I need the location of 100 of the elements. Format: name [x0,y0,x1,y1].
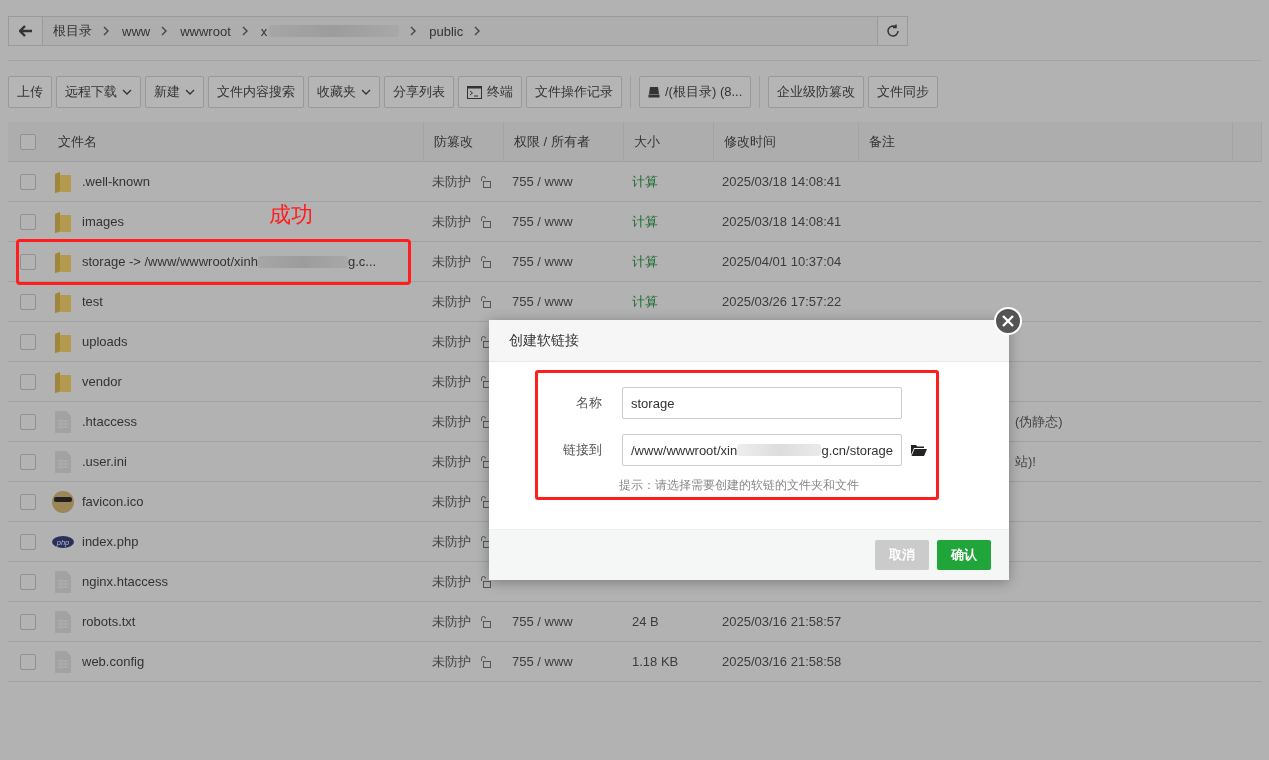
back-button[interactable] [9,17,43,45]
path-segment[interactable]: wwwroot [180,23,231,39]
row-checkbox[interactable] [20,453,36,470]
row-checkbox[interactable] [20,173,36,190]
unlocked-icon[interactable] [479,415,491,428]
toolbar-button[interactable]: 文件同步 [868,76,939,108]
modified-time: 2025/04/01 10:37:04 [722,254,842,269]
file-name[interactable]: .well-known [82,174,150,189]
file-name[interactable]: images [82,214,124,229]
permission-owner[interactable]: 755 / www [512,254,573,269]
file-name[interactable]: .htaccess [82,414,137,429]
protection-status: 未防护 [432,492,471,511]
folder-icon [52,210,74,233]
file-name[interactable]: vendor [82,374,122,389]
toolbar-button[interactable]: /(根目录) (8... [639,76,752,108]
file-name[interactable]: g.c... [347,254,377,269]
toolbar-button[interactable]: 上传 [8,76,52,108]
link-target-field[interactable]: /www/wwwroot/xin g.cn/storage [622,434,902,466]
toolbar-button[interactable]: 终端 [458,76,522,108]
folder-open-icon[interactable] [911,444,927,456]
row-checkbox[interactable] [20,413,36,430]
protection-status: 未防护 [432,252,471,271]
column-header[interactable]: 文件名 [58,132,97,151]
row-checkbox[interactable] [20,613,36,630]
row-checkbox[interactable] [20,333,36,350]
column-header[interactable]: 修改时间 [724,132,776,151]
file-name[interactable]: test [82,294,103,309]
hint-text: 提示：请选择需要创建的软链的文件夹和文件 [618,477,860,494]
toolbar-button[interactable]: 文件内容搜索 [208,76,304,108]
file-size[interactable]: 计算 [632,213,658,229]
dialog-title: 创建软链接 [509,331,579,350]
file-size[interactable]: 计算 [632,293,658,309]
file-size[interactable]: 计算 [632,253,658,269]
refresh-icon [885,24,900,38]
unlocked-icon[interactable] [479,615,491,628]
protection-status: 未防护 [432,612,471,631]
unlocked-icon[interactable] [479,295,491,308]
toolbar-button[interactable]: 文件操作记录 [526,76,622,108]
unlocked-icon[interactable] [479,495,491,508]
file-name[interactable]: .user.ini [82,454,127,469]
protection-status: 未防护 [432,412,471,431]
file-size[interactable]: 计算 [632,173,658,189]
toolbar-button[interactable]: 企业级防篡改 [768,76,865,108]
unlocked-icon[interactable] [479,535,491,548]
path-segment[interactable]: www [122,23,151,39]
unlocked-icon[interactable] [479,455,491,468]
close-button[interactable] [994,307,1022,335]
chevron-icon [409,26,418,36]
file-name[interactable]: nginx.htaccess [82,574,168,589]
row-checkbox[interactable] [20,653,36,670]
modified-time: 2025/03/18 14:08:41 [722,214,842,229]
row-checkbox[interactable] [20,293,36,310]
unlocked-icon[interactable] [479,255,491,268]
close-icon [1002,315,1014,327]
unlocked-icon[interactable] [479,335,491,348]
confirm-button[interactable]: 确认 [937,540,991,570]
unlocked-icon[interactable] [479,375,491,388]
permission-owner[interactable]: 755 / www [512,614,573,629]
permission-owner[interactable]: 755 / www [512,654,573,669]
column-header[interactable]: 防篡改 [434,132,473,151]
row-checkbox[interactable] [20,253,36,270]
file-name[interactable]: index.php [82,534,139,549]
refresh-button[interactable] [877,17,907,45]
path-segment[interactable]: public [429,23,464,39]
row-checkbox[interactable] [20,213,36,230]
row-checkbox[interactable] [20,573,36,590]
modified-time: 2025/03/16 21:58:57 [722,614,842,629]
unlocked-icon[interactable] [479,175,491,188]
row-checkbox[interactable] [20,373,36,390]
toolbar-button[interactable]: 收藏夹 [308,76,380,108]
unlocked-icon[interactable] [479,575,491,588]
folder-icon [52,370,74,393]
file-name[interactable]: uploads [82,334,128,349]
permission-owner[interactable]: 755 / www [512,174,573,189]
column-header[interactable]: 备注 [869,132,895,151]
unlocked-icon[interactable] [479,655,491,668]
name-field[interactable]: storage [622,387,902,419]
path-segment[interactable]: 根目录 [53,22,92,40]
unlocked-icon[interactable] [479,215,491,228]
path-segment[interactable]: x [260,23,268,39]
folder-icon [52,170,74,193]
modified-time: 2025/03/16 21:58:58 [722,654,842,669]
toolbar-button[interactable]: 远程下载 [56,76,141,108]
modified-time: 2025/03/18 14:08:41 [722,174,842,189]
chevron-icon [240,26,249,36]
file-name[interactable]: favicon.ico [82,494,144,509]
column-header[interactable]: 权限 / 所有者 [514,132,590,151]
file-name[interactable]: robots.txt [82,614,136,629]
row-checkbox[interactable] [20,533,36,550]
toolbar-button[interactable]: 新建 [145,76,204,108]
file-size: 24 B [632,614,659,629]
column-header[interactable]: 大小 [634,132,660,151]
file-name[interactable]: storage -> /www/wwwroot/xinh [82,254,258,269]
row-checkbox[interactable] [20,493,36,510]
toolbar-button[interactable]: 分享列表 [384,76,454,108]
select-all-checkbox[interactable] [20,133,36,150]
permission-owner[interactable]: 755 / www [512,294,573,309]
file-name[interactable]: web.config [82,654,145,669]
permission-owner[interactable]: 755 / www [512,214,573,229]
chevron-icon [473,26,482,36]
